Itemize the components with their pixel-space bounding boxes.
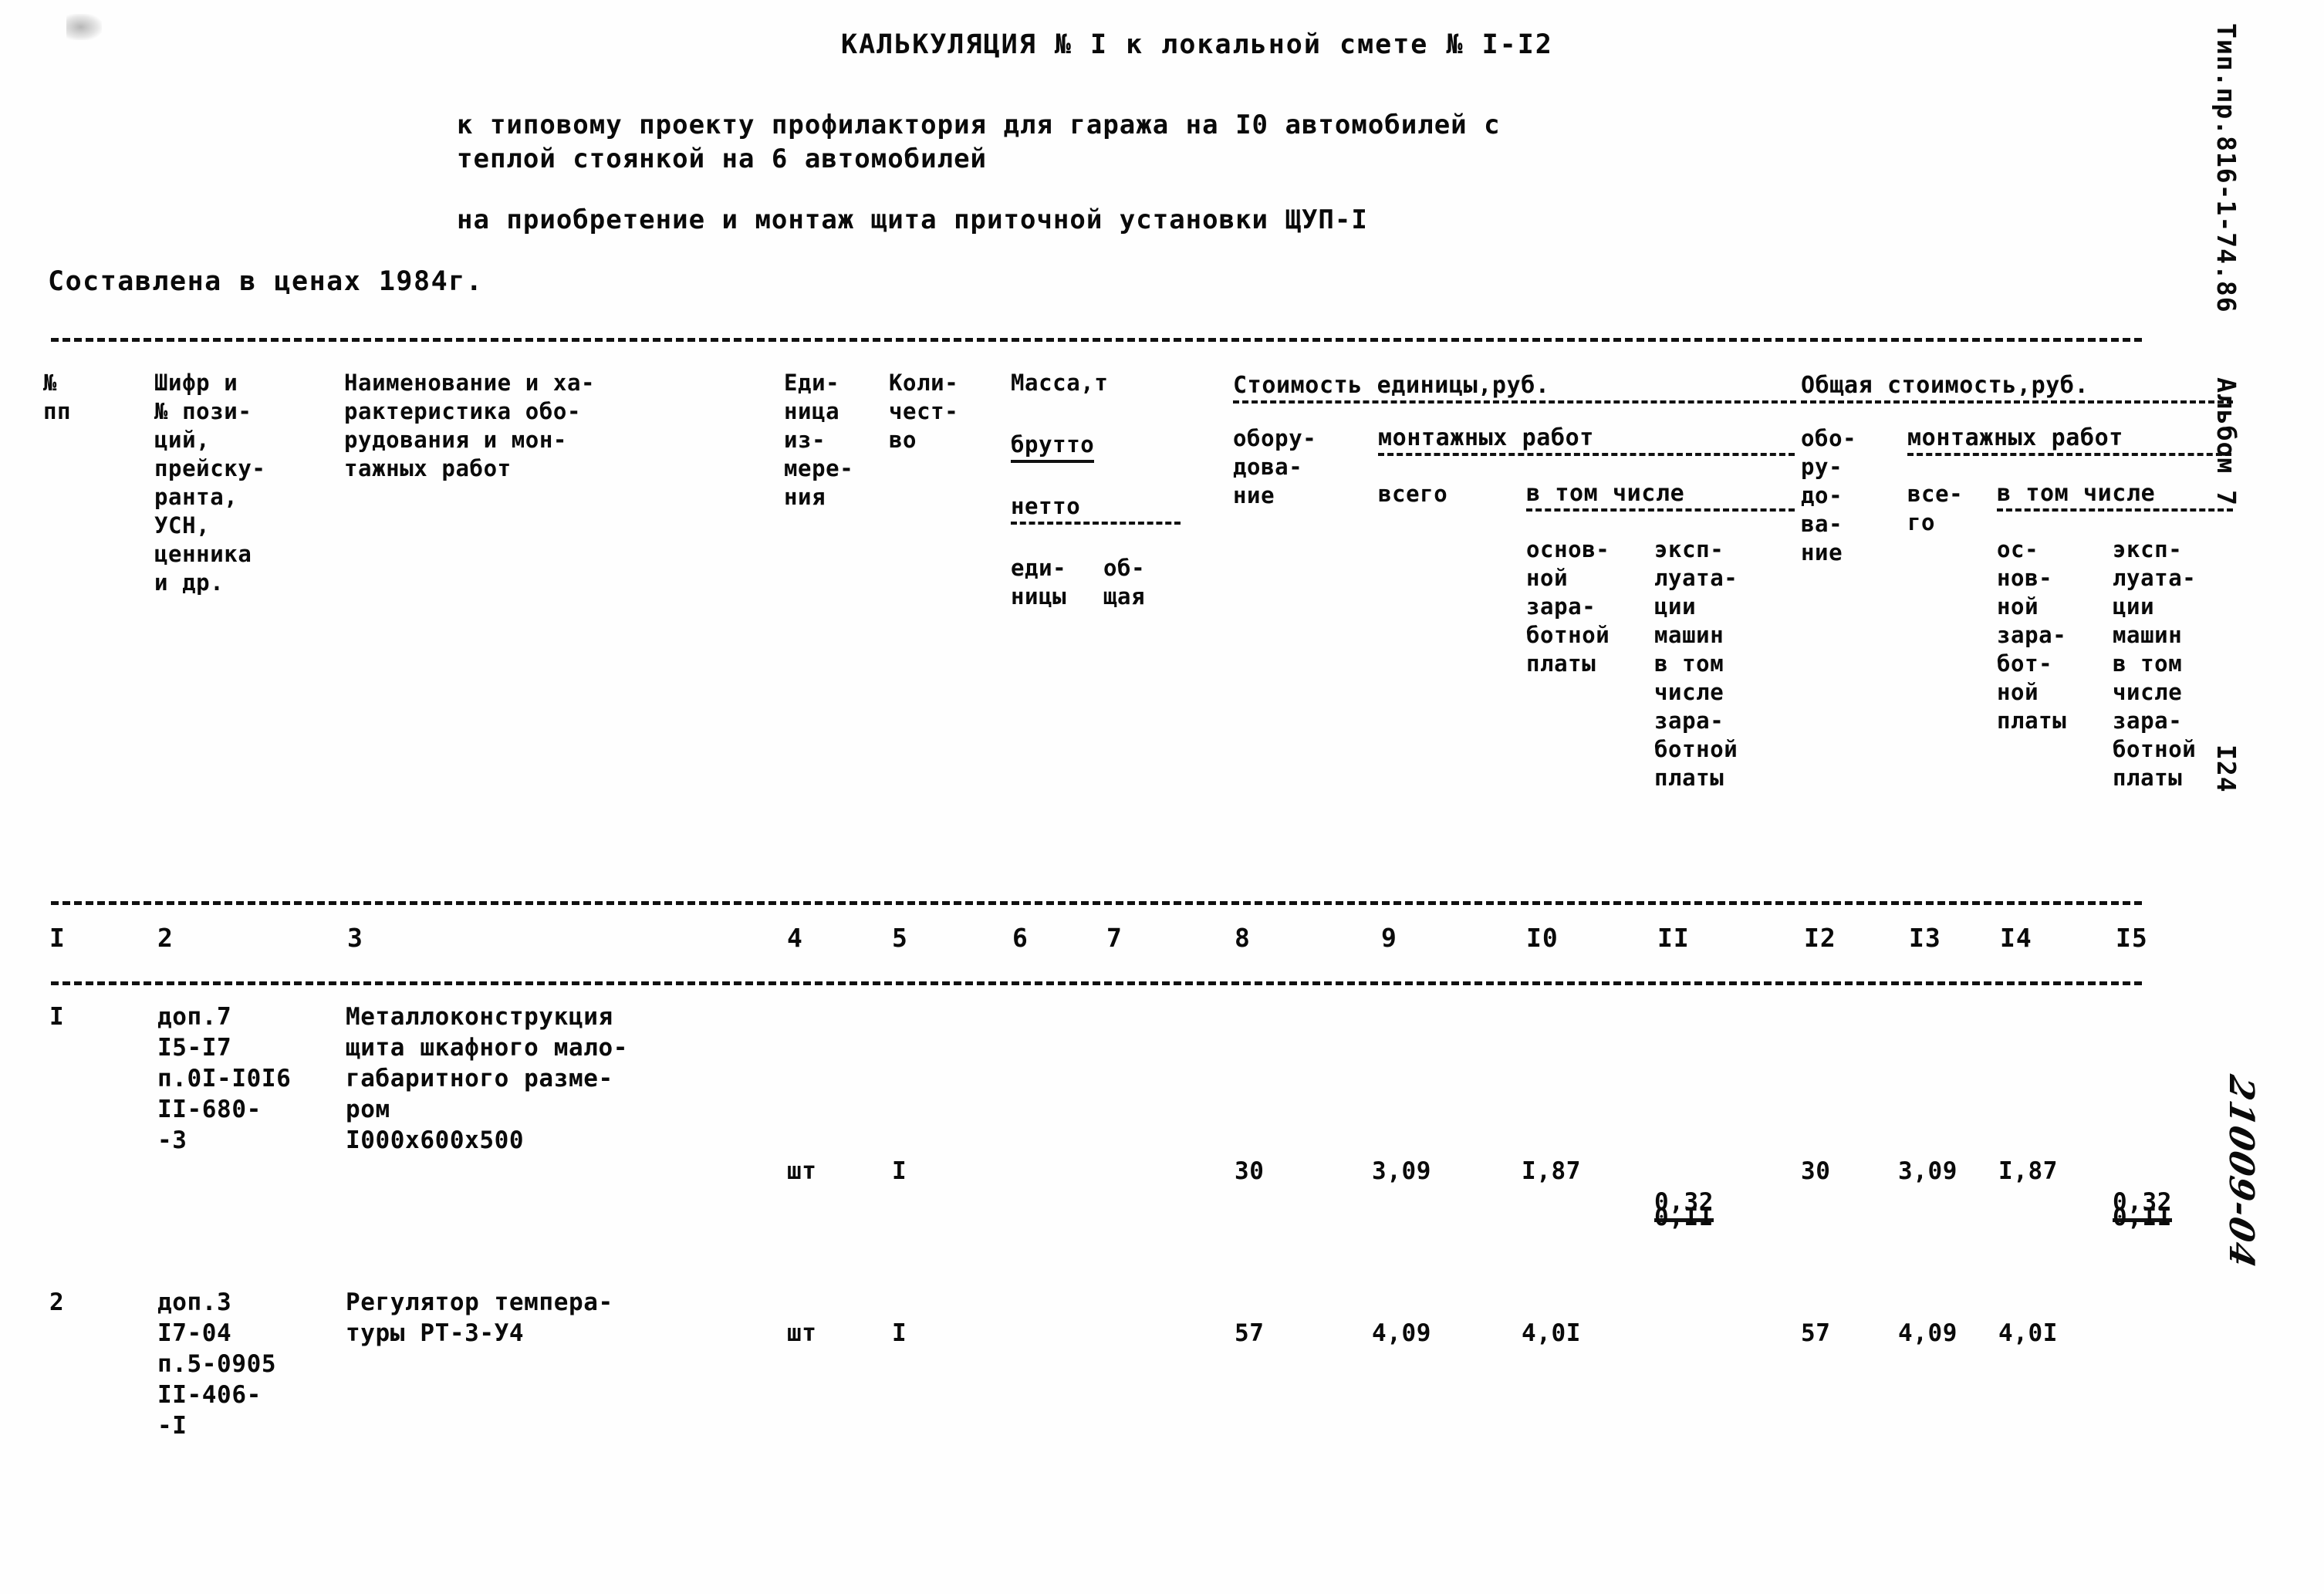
row-1-qty: I <box>892 1157 907 1185</box>
colnum-15: I5 <box>2116 923 2148 953</box>
project-subtitle-line-2: теплой стоянкой на 6 автомобилей <box>457 144 988 174</box>
row-1-total-install-basic-wage: I,87 <box>1998 1157 2059 1185</box>
row-1-unit-install-total: 3,09 <box>1372 1157 1432 1185</box>
row-2-total-install-total: 4,09 <box>1898 1319 1958 1347</box>
header-unit-install-basic-wage: основ- ной зара- ботной платы <box>1526 536 1610 677</box>
document-page: КАЛЬКУЛЯЦИЯ № I к локальной смете № I-I2… <box>0 0 2324 1594</box>
header-col-3: Наименование и ха- рактеристика обо- руд… <box>344 370 596 481</box>
row-2-qty: I <box>892 1319 907 1347</box>
row-1-total-equipment: 30 <box>1801 1157 1831 1185</box>
table-row: 2 <box>49 1288 65 1316</box>
colnum-4: 4 <box>787 923 803 953</box>
row-1-name: Металлоконструкция щита шкафного мало- г… <box>346 1003 629 1154</box>
header-col-4: Еди- ница из- мере- ния <box>784 370 854 510</box>
header-col-1: № пп <box>43 370 72 424</box>
header-unit-install-included: в том числе <box>1526 480 1795 512</box>
scan-smudge <box>66 14 102 40</box>
header-col-2: Шифр и № пози- ций, прейску- ранта, УСН,… <box>154 370 266 596</box>
colnum-12: I2 <box>1804 923 1836 953</box>
header-mass-netto: нетто <box>1011 492 1181 525</box>
colnum-1: I <box>49 923 66 953</box>
colnum-6: 6 <box>1012 923 1029 953</box>
row-1-code: доп.7 I5-I7 п.0I-I0I6 II-680- -3 <box>157 1003 292 1154</box>
margin-project-stamp: Тип.пр.816-1-74.86 Альбом 7 <box>2211 23 2241 507</box>
row-2-unit-install-basic-wage: 4,0I <box>1522 1319 1582 1347</box>
header-total-install-group: монтажных работ <box>1907 424 2231 456</box>
colnum-8: 8 <box>1235 923 1251 953</box>
row-1-unit-equipment: 30 <box>1235 1157 1265 1185</box>
colnum-2: 2 <box>157 923 174 953</box>
price-basis-note: Составлена в ценах 1984г. <box>48 266 484 297</box>
colnum-9: 9 <box>1381 923 1397 953</box>
colnum-14: I4 <box>2000 923 2032 953</box>
margin-page-number: I24 <box>2211 745 2241 793</box>
row-1-total-install-total: 3,09 <box>1898 1157 1958 1185</box>
table-colnum-bottom-rule <box>51 981 2142 985</box>
header-total-cost-group: Общая стоимость,руб. <box>1801 372 2233 404</box>
project-subtitle: к типовому проекту профилактория для гар… <box>457 108 1501 176</box>
row-2-name: Регулятор темпера- туры РТ-3-У4 <box>346 1288 613 1347</box>
row-2-unit-equipment: 57 <box>1235 1319 1265 1347</box>
page-title: КАЛЬКУЛЯЦИЯ № I к локальной смете № I-I2 <box>841 29 1553 60</box>
project-subtitle-line-1: к типовому проекту профилактория для гар… <box>457 110 1501 140</box>
header-total-install-total: все- го <box>1907 481 1964 535</box>
header-unit-install-machines: эксп- луата- ции машин в том числе зара-… <box>1654 536 1738 791</box>
colnum-5: 5 <box>892 923 908 953</box>
row-1-total-machines-wage: 0,II <box>2113 1204 2173 1231</box>
table-top-rule <box>51 338 2142 342</box>
header-col-5: Коли- чест- во <box>889 370 959 453</box>
table-row: I <box>49 1003 65 1031</box>
header-total-install-basic-wage: ос- нов- ной зара- бот- ной платы <box>1997 536 2067 734</box>
header-unit-cost-group: Стоимость единицы,руб. <box>1233 372 1796 404</box>
header-total-equipment: обо- ру- до- ва- ние <box>1801 425 1857 566</box>
header-mass-total: об- <box>1103 555 1146 581</box>
header-mass-brutto: брутто <box>1011 431 1095 463</box>
colnum-3: 3 <box>347 923 363 953</box>
header-total-install-included: в том числе <box>1997 480 2233 512</box>
table-header-bottom-rule <box>51 901 2142 905</box>
header-unit-equipment: обору- дова- ние <box>1233 425 1317 508</box>
row-1-unit-machines-wage: 0,II <box>1654 1204 1714 1231</box>
row-1-unit: шт <box>787 1157 817 1185</box>
row-2-code: доп.3 I7-04 п.5-0905 II-406- -I <box>157 1288 277 1440</box>
colnum-7: 7 <box>1106 923 1123 953</box>
colnum-13: I3 <box>1909 923 1941 953</box>
header-unit-install-total: всего <box>1378 481 1448 507</box>
row-2-unit: шт <box>787 1319 817 1347</box>
header-mass-group: Масса,т <box>1011 370 1109 396</box>
header-mass-total-2: щая <box>1103 583 1146 610</box>
row-2-unit-install-total: 4,09 <box>1372 1319 1432 1347</box>
row-2-total-install-basic-wage: 4,0I <box>1998 1319 2059 1347</box>
colnum-11: II <box>1657 923 1690 953</box>
margin-handwritten-code: 21009-04 <box>2221 1072 2261 1272</box>
colnum-10: I0 <box>1526 923 1559 953</box>
header-unit-install-group: монтажных работ <box>1378 424 1795 456</box>
row-1-unit-install-basic-wage: I,87 <box>1522 1157 1582 1185</box>
header-mass-unit-2: ницы <box>1011 583 1067 610</box>
header-mass-unit: еди- <box>1011 555 1067 581</box>
calculation-purpose: на приобретение и монтаж щита приточной … <box>457 204 1368 235</box>
row-2-total-equipment: 57 <box>1801 1319 1831 1347</box>
